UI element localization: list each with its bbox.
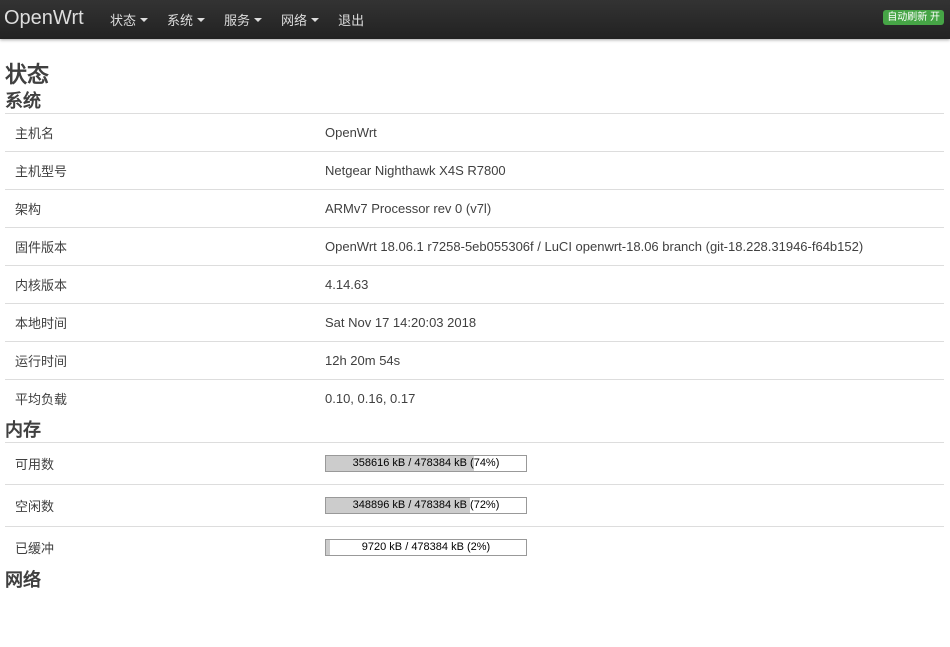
load-average-label: 平均负载 [5, 379, 315, 418]
menu-network[interactable]: 网络 [281, 10, 320, 29]
main-content: 状态 系统 主机名 OpenWrt 主机型号 Netgear Nighthawk X… [0, 39, 950, 592]
table-row: 平均负载 0.10, 0.16, 0.17 [5, 379, 944, 418]
mem-available-cell: 358616 kB / 478384 kB (74%) [315, 441, 944, 484]
table-row: 内核版本 4.14.63 [5, 265, 944, 304]
uptime-label: 运行时间 [5, 341, 315, 380]
network-section-title: 网络 [5, 570, 41, 590]
page-title: 状态 [5, 62, 50, 87]
caret-down-icon [197, 18, 206, 22]
system-table: 主机名 OpenWrt 主机型号 Netgear Nighthawk X4S R78… [5, 113, 944, 418]
firmware-label: 固件版本 [5, 227, 315, 266]
mem-available-label: 可用数 [5, 441, 315, 484]
table-row: 已缓冲 9720 kB / 478384 kB (2%) [5, 525, 944, 568]
architecture-label: 架构 [5, 189, 315, 228]
brand-logo[interactable]: OpenWrt [4, 7, 84, 30]
menu-logout-label: 退出 [338, 13, 365, 28]
mem-free-cell: 348896 kB / 478384 kB (72%) [315, 483, 944, 526]
model-label: 主机型号 [5, 151, 315, 190]
mem-buffered-label: 已缓冲 [5, 525, 315, 568]
progress-text: 358616 kB / 478384 kB (74%) [352, 456, 500, 469]
progress-text: 9720 kB / 478384 kB (2%) [361, 540, 491, 553]
menu-system[interactable]: 系统 [167, 10, 206, 29]
progress-text: 348896 kB / 478384 kB (72%) [352, 498, 500, 511]
menu-services-label: 服务 [224, 13, 251, 28]
table-row: 主机型号 Netgear Nighthawk X4S R7800 [5, 151, 944, 190]
menu-logout[interactable]: 退出 [338, 10, 364, 29]
menu-network-label: 网络 [281, 13, 308, 28]
table-row: 本地时间 Sat Nov 17 14:20:03 2018 [5, 303, 944, 342]
local-time-value: Sat Nov 17 14:20:03 2018 [315, 303, 944, 342]
caret-down-icon [311, 18, 320, 22]
navbar: OpenWrt 状态 系统 服务 网络 退出 自动刷新 开 [0, 0, 950, 39]
mem-free-progress-bar: 348896 kB / 478384 kB (72%) [325, 496, 527, 514]
local-time-label: 本地时间 [5, 303, 315, 342]
auto-refresh-toggle[interactable]: 自动刷新 开 [883, 10, 944, 25]
hostname-label: 主机名 [5, 113, 315, 152]
menu-status-label: 状态 [110, 13, 137, 28]
model-value: Netgear Nighthawk X4S R7800 [315, 151, 944, 190]
mem-available-progress-bar: 358616 kB / 478384 kB (74%) [325, 454, 527, 472]
mem-free-label: 空闲数 [5, 483, 315, 526]
table-row: 架构 ARMv7 Processor rev 0 (v7l) [5, 189, 944, 228]
architecture-value: ARMv7 Processor rev 0 (v7l) [315, 189, 944, 228]
system-section-title: 系统 [5, 91, 41, 111]
memory-table: 可用数 358616 kB / 478384 kB (74%) 空闲数 3488… [5, 441, 944, 568]
table-row: 可用数 358616 kB / 478384 kB (74%) [5, 441, 944, 484]
kernel-label: 内核版本 [5, 265, 315, 304]
menu-system-label: 系统 [167, 13, 194, 28]
table-row: 固件版本 OpenWrt 18.06.1 r7258-5eb055306f / L… [5, 227, 944, 266]
caret-down-icon [140, 18, 149, 22]
menu-services[interactable]: 服务 [224, 10, 263, 29]
memory-section-title: 内存 [5, 419, 41, 440]
firmware-value: OpenWrt 18.06.1 r7258-5eb055306f / LuCI … [315, 227, 944, 266]
caret-down-icon [254, 18, 263, 22]
load-average-value: 0.10, 0.16, 0.17 [315, 379, 944, 418]
main-menu: 状态 系统 服务 网络 退出 [110, 0, 383, 39]
table-row: 空闲数 348896 kB / 478384 kB (72%) [5, 483, 944, 526]
table-row: 主机名 OpenWrt [5, 113, 944, 152]
uptime-value: 12h 20m 54s [315, 341, 944, 380]
mem-buffered-cell: 9720 kB / 478384 kB (2%) [315, 525, 944, 568]
mem-buffered-progress-bar: 9720 kB / 478384 kB (2%) [325, 538, 527, 556]
table-row: 运行时间 12h 20m 54s [5, 341, 944, 380]
hostname-value: OpenWrt [315, 113, 944, 152]
kernel-value: 4.14.63 [315, 265, 944, 304]
menu-status[interactable]: 状态 [110, 10, 149, 29]
